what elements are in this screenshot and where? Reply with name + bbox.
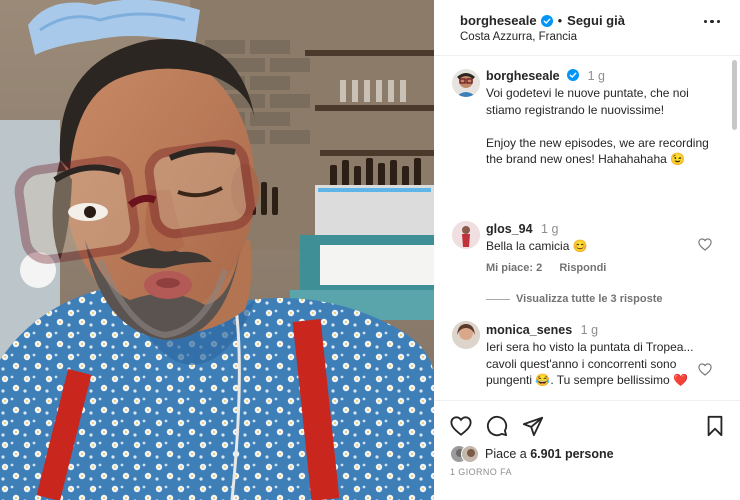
view-replies-label: Visualizza tutte le 3 risposte (516, 293, 663, 305)
separator-dot: • (557, 13, 563, 28)
post-actions: Piace a 6.901 persone 1 GIORNO FA (434, 400, 740, 500)
liker-avatar (461, 445, 479, 463)
caption-text: Voi godetevi le nuove puntate, che noi s… (486, 86, 709, 166)
reply-button[interactable]: Rispondi (559, 262, 606, 274)
comment-meta: Mi piace: 2 Rispondi (486, 262, 606, 274)
likes-count[interactable]: 6.901 persone (530, 447, 613, 461)
post-author-username[interactable]: borgheseale (460, 13, 537, 28)
replies-divider (486, 298, 510, 300)
liker-avatar-image (462, 446, 478, 462)
comment-username[interactable]: glos_94 (486, 222, 533, 236)
comment-text: Bella la camicia 😊 (486, 239, 588, 253)
author-avatar[interactable] (452, 69, 480, 97)
likes-summary[interactable]: Piace a 6.901 persone (450, 445, 614, 463)
more-dot (710, 20, 714, 24)
view-replies-button[interactable]: Visualizza tutte le 3 risposte (486, 293, 663, 305)
likes-prefix: Piace a (485, 447, 527, 461)
comments-scrollbar[interactable] (732, 60, 737, 130)
post-side-panel: borgheseale • Segui già Costa Azzurra, F… (434, 0, 740, 500)
comment-like-heart-icon[interactable] (698, 363, 712, 376)
likes-text: Piace a 6.901 persone (485, 447, 614, 461)
comment-username[interactable]: monica_senes (486, 323, 572, 337)
caption-time[interactable]: 1 g (588, 69, 605, 83)
comment-like-heart-icon[interactable] (698, 238, 712, 251)
more-dot (716, 20, 720, 24)
post-location[interactable]: Costa Azzurra, Francia (460, 31, 577, 43)
commenter-avatar[interactable] (452, 321, 480, 349)
heart-icon[interactable] (450, 415, 472, 437)
post-header: borgheseale • Segui già Costa Azzurra, F… (434, 0, 740, 56)
following-button[interactable]: Segui già (567, 13, 625, 28)
verified-badge-icon (567, 69, 580, 81)
post-header-user-row: borgheseale • Segui già (460, 13, 625, 28)
commenter-avatar-image (452, 221, 480, 249)
comment-icon[interactable] (486, 415, 508, 437)
bookmark-icon[interactable] (704, 415, 726, 437)
commenter-avatar[interactable] (452, 221, 480, 249)
caption-header: borgheseale 1 g (486, 69, 605, 83)
post-date: 1 GIORNO FA (450, 467, 512, 477)
comment-header: glos_94 1 g (486, 222, 558, 236)
post-photo-illustration (0, 0, 434, 500)
caption-username[interactable]: borgheseale (486, 69, 560, 83)
comment-time[interactable]: 1 g (581, 323, 598, 337)
post-photo[interactable] (0, 0, 434, 500)
comment-header: monica_senes 1 g (486, 323, 598, 337)
verified-badge-icon (540, 14, 553, 27)
commenter-avatar-image (452, 321, 480, 349)
share-icon[interactable] (522, 415, 544, 437)
comment-time[interactable]: 1 g (541, 222, 558, 236)
more-dot (704, 20, 708, 24)
comment-likes[interactable]: Mi piace: 2 (486, 262, 542, 274)
author-avatar-image (452, 69, 480, 97)
comment-text: Ieri sera ho visto la puntata di Tropea.… (486, 340, 694, 387)
comments-scroll-area[interactable]: borgheseale 1 g Voi godetevi le nuove pu… (434, 57, 740, 400)
more-options-icon[interactable] (704, 20, 720, 26)
